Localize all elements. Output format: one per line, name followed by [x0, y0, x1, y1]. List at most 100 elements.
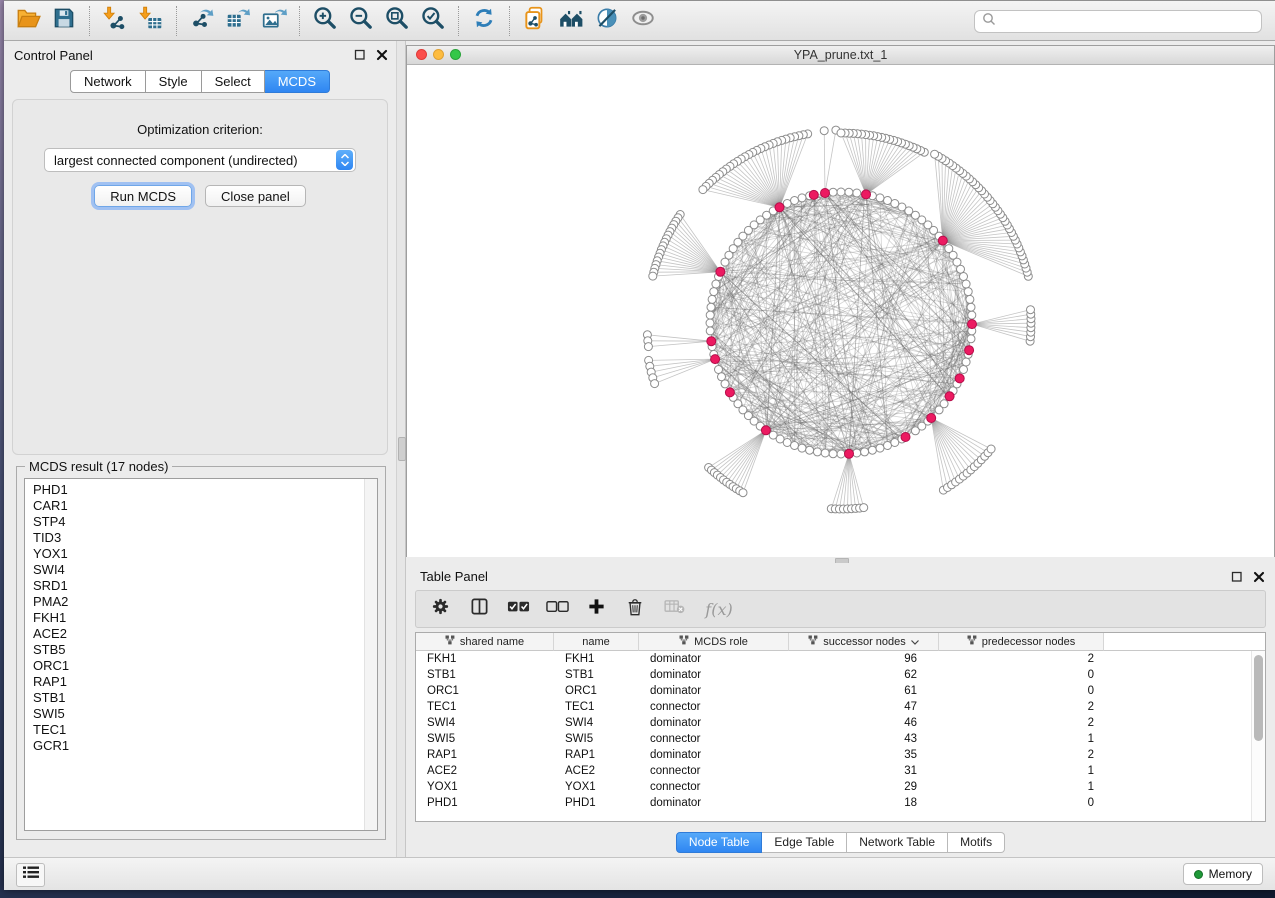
graph-node[interactable] — [960, 366, 968, 374]
graph-hub-node[interactable] — [901, 433, 910, 442]
delete-table-button-disabled[interactable] — [663, 598, 685, 620]
graph-node[interactable] — [798, 194, 806, 202]
graph-node[interactable] — [708, 295, 716, 303]
vizmapper-toggle-button[interactable] — [589, 4, 625, 38]
tab-network[interactable]: Network — [70, 70, 146, 93]
table-row[interactable]: YOX1YOX1connector291 — [416, 779, 1265, 795]
graph-hub-node[interactable] — [707, 337, 716, 346]
graph-leaf-node[interactable] — [739, 489, 747, 497]
float-panel-icon[interactable] — [1231, 570, 1243, 588]
graph-hub-node[interactable] — [862, 190, 871, 199]
graph-hub-node[interactable] — [955, 374, 964, 383]
table-row[interactable]: SWI5SWI5connector431 — [416, 731, 1265, 747]
maximize-window-button[interactable] — [450, 49, 461, 60]
graph-node[interactable] — [884, 197, 892, 205]
graph-node[interactable] — [962, 280, 970, 288]
mcds-result-item[interactable]: SRD1 — [25, 578, 377, 594]
zoom-fit-button[interactable] — [379, 4, 415, 38]
graph-hub-node[interactable] — [711, 355, 720, 364]
graph-node[interactable] — [806, 446, 814, 454]
mcds-result-item[interactable]: PHD1 — [25, 482, 377, 498]
show-all-button[interactable] — [553, 4, 589, 38]
graph-node[interactable] — [853, 449, 861, 457]
graph-hub-node[interactable] — [938, 236, 947, 245]
graph-node[interactable] — [945, 245, 953, 253]
refresh-view-button[interactable] — [466, 4, 502, 38]
mcds-result-item[interactable]: GCR1 — [25, 738, 377, 754]
graph-leaf-node[interactable] — [699, 186, 707, 194]
table-row[interactable]: ORC1ORC1dominator610 — [416, 683, 1265, 699]
column-header-MCDS-role[interactable]: MCDS role — [639, 633, 789, 651]
list-scrollbar[interactable] — [364, 479, 377, 830]
mcds-result-item[interactable]: SWI4 — [25, 562, 377, 578]
graph-leaf-node[interactable] — [651, 380, 659, 388]
graph-node[interactable] — [962, 358, 970, 366]
table-settings-button[interactable] — [429, 598, 451, 620]
tab-mcds[interactable]: MCDS — [265, 70, 330, 93]
graph-node[interactable] — [791, 197, 799, 205]
mcds-result-item[interactable]: YOX1 — [25, 546, 377, 562]
column-header-shared-name[interactable]: shared name — [416, 633, 554, 651]
graph-node[interactable] — [706, 319, 714, 327]
tab-node-table[interactable]: Node Table — [676, 832, 763, 853]
mcds-result-item[interactable]: STB1 — [25, 690, 377, 706]
close-panel-button[interactable]: Close panel — [205, 185, 306, 207]
unselect-all-button[interactable] — [546, 598, 568, 620]
graph-node[interactable] — [821, 449, 829, 457]
save-session-button[interactable] — [46, 4, 82, 38]
task-history-button[interactable] — [16, 863, 45, 887]
graph-hub-node[interactable] — [761, 426, 770, 435]
table-row[interactable]: ACE2ACE2connector311 — [416, 763, 1265, 779]
mcds-result-item[interactable]: TEC1 — [25, 722, 377, 738]
minimize-window-button[interactable] — [433, 49, 444, 60]
mcds-result-item[interactable]: TID3 — [25, 530, 377, 546]
run-mcds-button[interactable]: Run MCDS — [94, 185, 192, 207]
graph-hub-node[interactable] — [945, 392, 954, 401]
graph-leaf-node[interactable] — [1027, 306, 1035, 314]
export-image-button[interactable] — [256, 4, 292, 38]
graph-node[interactable] — [707, 303, 715, 311]
import-table-button[interactable] — [133, 4, 169, 38]
graph-node[interactable] — [791, 442, 799, 450]
table-row[interactable]: TEC1TEC1connector472 — [416, 699, 1265, 715]
graph-node[interactable] — [783, 200, 791, 208]
column-header-predecessor-nodes[interactable]: predecessor nodes — [939, 633, 1104, 651]
graph-node[interactable] — [884, 442, 892, 450]
graph-leaf-node[interactable] — [837, 129, 845, 137]
hide-selected-button[interactable] — [625, 4, 661, 38]
mcds-result-item[interactable]: ORC1 — [25, 658, 377, 674]
mcds-result-item[interactable]: CAR1 — [25, 498, 377, 514]
network-graph[interactable] — [407, 65, 1274, 557]
graph-node[interactable] — [706, 327, 714, 335]
graph-node[interactable] — [783, 439, 791, 447]
tab-motifs[interactable]: Motifs — [948, 832, 1005, 853]
table-row[interactable]: SWI4SWI4dominator462 — [416, 715, 1265, 731]
mcds-result-item[interactable]: ACE2 — [25, 626, 377, 642]
graph-node[interactable] — [715, 366, 723, 374]
scrollbar-thumb[interactable] — [1254, 655, 1263, 741]
graph-node[interactable] — [712, 280, 720, 288]
close-panel-icon[interactable] — [1253, 570, 1265, 588]
mcds-result-item[interactable]: SWI5 — [25, 706, 377, 722]
graph-node[interactable] — [968, 311, 976, 319]
graph-leaf-node[interactable] — [644, 343, 652, 351]
graph-hub-node[interactable] — [809, 190, 818, 199]
graph-node[interactable] — [960, 273, 968, 281]
graph-node[interactable] — [876, 194, 884, 202]
graph-node[interactable] — [798, 444, 806, 452]
graph-node[interactable] — [966, 295, 974, 303]
graph-hub-node[interactable] — [968, 320, 977, 329]
graph-node[interactable] — [964, 288, 972, 296]
graph-node[interactable] — [861, 448, 869, 456]
search-input[interactable] — [1001, 14, 1261, 30]
tab-edge-table[interactable]: Edge Table — [762, 832, 847, 853]
graph-leaf-node[interactable] — [649, 272, 657, 280]
show-columns-button[interactable] — [468, 598, 490, 620]
open-file-button[interactable] — [10, 4, 46, 38]
graph-node[interactable] — [706, 311, 714, 319]
graph-node[interactable] — [876, 444, 884, 452]
mcds-result-item[interactable]: PMA2 — [25, 594, 377, 610]
import-network-button[interactable] — [97, 4, 133, 38]
graph-node[interactable] — [721, 380, 729, 388]
graph-hub-node[interactable] — [775, 203, 784, 212]
